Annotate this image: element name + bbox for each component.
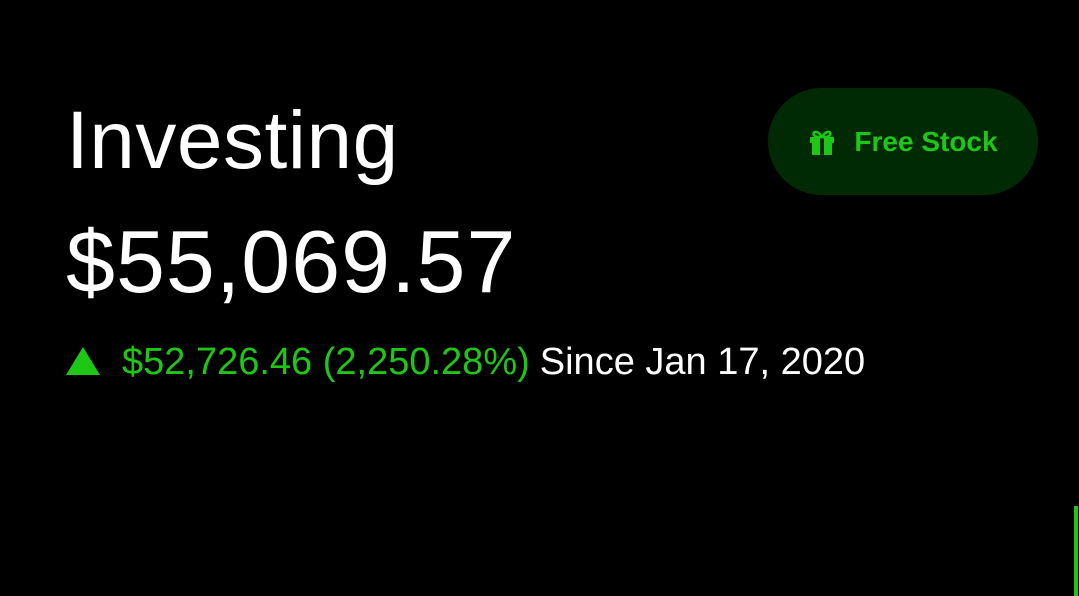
free-stock-button[interactable]: Free Stock	[768, 88, 1038, 195]
chart-line-edge	[1074, 506, 1078, 596]
up-arrow-icon	[66, 347, 100, 375]
free-stock-label: Free Stock	[854, 125, 998, 157]
gift-icon	[810, 130, 835, 155]
portfolio-value: $55,069.57	[66, 212, 517, 311]
performance-row: $52,726.46 (2,250.28%) Since Jan 17, 202…	[66, 336, 865, 388]
page-title: Investing	[66, 95, 399, 186]
change-value: $52,726.46 (2,250.28%)	[122, 340, 530, 383]
since-date-label: Since Jan 17, 2020	[539, 340, 866, 383]
